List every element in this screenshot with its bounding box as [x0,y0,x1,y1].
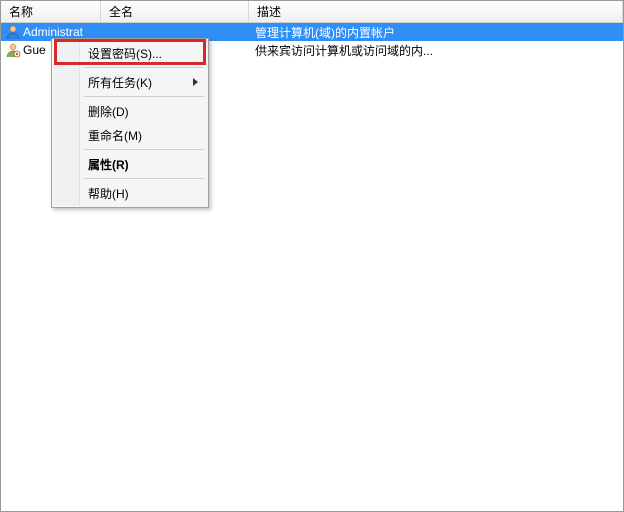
column-header-fullname[interactable]: 全名 [101,1,249,22]
user-desc-label: 管理计算机(域)的内置帐户 [249,24,623,41]
menu-delete[interactable]: 删除(D) [54,99,206,123]
menu-separator [84,149,204,150]
chevron-right-icon [193,78,198,86]
user-desc-label: 供来宾访问计算机或访问域的内... [249,42,623,59]
user-name-label: Gue [23,43,46,57]
menu-separator [84,67,204,68]
menu-all-tasks[interactable]: 所有任务(K) [54,70,206,94]
column-header-row: 名称 全名 描述 [1,1,623,23]
column-header-name[interactable]: 名称 [1,1,101,22]
user-admin-icon [5,24,21,40]
column-header-desc[interactable]: 描述 [249,1,623,22]
menu-properties[interactable]: 属性(R) [54,152,206,176]
menu-separator [84,96,204,97]
menu-help[interactable]: 帮助(H) [54,181,206,205]
context-menu: 设置密码(S)... 所有任务(K) 删除(D) 重命名(M) 属性(R) 帮助… [51,38,209,208]
user-guest-icon [5,42,21,58]
menu-rename[interactable]: 重命名(M) [54,123,206,147]
menu-all-tasks-label: 所有任务(K) [88,74,152,91]
menu-separator [84,178,204,179]
menu-set-password[interactable]: 设置密码(S)... [54,41,206,65]
user-name-label: Administrat [23,25,83,39]
